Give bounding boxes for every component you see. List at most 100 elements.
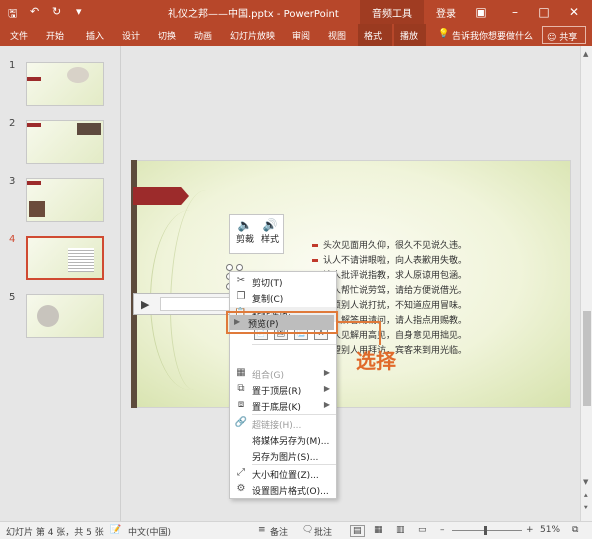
menu-item-save-media[interactable]: 将媒体另存为(M)...	[230, 432, 336, 448]
audio-progress-track[interactable]	[160, 297, 240, 311]
redo-icon[interactable]: ↻	[52, 5, 61, 18]
thumb-image	[29, 201, 45, 217]
menu-item-size-position[interactable]: ⤢ 大小和位置(Z)...	[230, 466, 336, 482]
signin-link[interactable]: 登录	[436, 5, 456, 20]
zoom-slider[interactable]	[452, 530, 522, 531]
group-icon: ▦	[236, 367, 246, 378]
ribbon-display-icon[interactable]: ▣	[471, 5, 491, 19]
tab-review[interactable]: 审阅	[292, 29, 310, 42]
slide-title-arrow	[133, 187, 189, 205]
tab-view[interactable]: 视图	[328, 29, 346, 42]
size-position-icon: ⤢	[237, 467, 245, 478]
trim-button[interactable]: 🔈 剪裁	[233, 218, 257, 245]
language-indicator[interactable]: 中文(中国)	[128, 525, 171, 538]
save-icon[interactable]: 🖫	[8, 5, 17, 24]
copy-icon: ❐	[236, 291, 246, 302]
undo-icon[interactable]: ↶	[30, 5, 39, 18]
speaker-icon: 🔈	[237, 218, 253, 232]
slideshow-icon[interactable]: ▭	[418, 525, 427, 535]
preview-highlight-box	[226, 311, 338, 334]
mini-toolbar: 🔈 剪裁 🔊 样式	[229, 214, 284, 254]
menu-item-send-back[interactable]: ⧈ 置于底层(K) ▶	[230, 398, 336, 414]
submenu-arrow-icon: ▶	[323, 384, 330, 393]
menu-item-copy[interactable]: ❐ 复制(C)	[230, 290, 336, 306]
person-icon: ☺	[547, 33, 557, 43]
slide-sorter-icon[interactable]: ▦	[374, 525, 383, 535]
callout-line	[379, 321, 381, 345]
style-button[interactable]: 🔊 样式	[258, 218, 282, 245]
scroll-down-icon[interactable]: ▼	[583, 478, 588, 486]
maximize-icon[interactable]: □	[534, 5, 554, 19]
tab-slideshow[interactable]: 幻灯片放映	[230, 29, 275, 42]
trim-label: 剪裁	[235, 235, 254, 245]
resize-handle[interactable]	[226, 264, 233, 271]
zoom-slider-thumb[interactable]	[484, 526, 487, 535]
notes-button[interactable]: 备注	[270, 525, 288, 538]
zoom-out-icon[interactable]: –	[440, 525, 445, 535]
scroll-up-icon[interactable]: ▲	[583, 50, 588, 58]
callout-line	[338, 321, 380, 323]
thumb-image	[67, 67, 89, 83]
tab-insert[interactable]: 插入	[86, 29, 104, 42]
menu-item-format-picture[interactable]: ⚙ 设置图片格式(O)...	[230, 482, 336, 498]
tell-me-box[interactable]: 告诉我你想要做什么	[452, 29, 533, 42]
tab-transitions[interactable]: 切换	[158, 29, 176, 42]
tab-file[interactable]: 文件	[10, 29, 28, 42]
slide-thumbnail-4[interactable]	[26, 236, 104, 280]
menu-item-hyperlink: 🔗 超链接(H)...	[234, 417, 302, 431]
tab-home[interactable]: 开始	[46, 29, 64, 42]
menu-divider	[252, 464, 336, 465]
menu-item-save-picture[interactable]: 另存为图片(S)...	[230, 448, 336, 464]
notes-icon: ≡	[258, 525, 266, 535]
close-icon[interactable]: ✕	[564, 5, 584, 19]
play-icon[interactable]: ▶	[141, 298, 149, 311]
slide-bullet: 头次见面用久仰，很久不见说久违。	[312, 238, 467, 251]
slide-bullet: 认人不请讲眼啦，向人表歉用失敬。	[312, 253, 467, 266]
thumb-text	[68, 248, 94, 272]
slide-thumbnail-5[interactable]	[26, 294, 104, 338]
tab-animations[interactable]: 动画	[194, 29, 212, 42]
menu-item-cut[interactable]: ✂ 剪切(T)	[230, 274, 336, 290]
thumb-number: 4	[9, 234, 16, 245]
thumb-title-bar	[27, 123, 41, 127]
slide-thumbnail-3[interactable]	[26, 178, 104, 222]
comments-icon: 🗨	[302, 525, 314, 535]
reading-view-icon[interactable]: ▥	[396, 525, 405, 535]
callout-text: 选择	[356, 349, 396, 373]
menu-divider	[252, 344, 336, 345]
submenu-arrow-icon: ▶	[323, 368, 330, 377]
link-icon: 🔗	[234, 417, 248, 428]
spellcheck-icon[interactable]: 📝	[110, 525, 121, 535]
thumb-number: 3	[9, 176, 16, 187]
zoom-in-icon[interactable]: +	[526, 525, 534, 535]
title-bar: 🖫 ↶ ↻ ▾ 礼仪之邦——中国.pptx - PowerPoint 音频工具 …	[0, 0, 592, 24]
submenu-arrow-icon: ▶	[323, 400, 330, 409]
style-label: 样式	[260, 235, 279, 245]
status-bar: 幻灯片 第 4 张，共 5 张 📝 中文(中国) ≡ 备注 🗨 批注 ▤ ▦ ▥…	[0, 521, 592, 539]
vertical-scrollbar[interactable]: ▲ ▼ ⯅ ⯆	[580, 46, 592, 521]
context-menu: ✂ 剪切(T) ❐ 复制(C) 📋 粘贴选项: 📄 🖼 📃 A ▦ 组合(G) …	[229, 271, 337, 499]
share-button[interactable]: ☺ 共享	[542, 26, 586, 44]
zoom-level[interactable]: 51%	[540, 525, 560, 535]
fit-slide-icon[interactable]: ⧉	[572, 525, 578, 535]
customize-qat-icon[interactable]: ▾	[76, 5, 82, 18]
comments-button[interactable]: 批注	[314, 525, 332, 538]
slide-thumbnail-1[interactable]	[26, 62, 104, 106]
slide-thumbnail-2[interactable]	[26, 120, 104, 164]
minimize-icon[interactable]: –	[505, 5, 525, 19]
tab-playback[interactable]: 播放	[400, 29, 418, 42]
scissors-icon: ✂	[236, 275, 246, 286]
prev-slide-icon[interactable]: ⯅	[583, 492, 589, 501]
normal-view-icon[interactable]: ▤	[350, 525, 365, 537]
tab-format[interactable]: 格式	[364, 29, 382, 42]
menu-item-bring-front[interactable]: ⧉ 置于顶层(R) ▶	[230, 382, 336, 398]
slide-thumbnail-panel: 1 2 3 4 5	[0, 46, 121, 521]
slide-count: 幻灯片 第 4 张，共 5 张	[6, 528, 104, 538]
menu-item-group: ▦ 组合(G) ▶	[230, 366, 336, 382]
send-back-icon: ⧈	[237, 399, 245, 410]
resize-handle[interactable]	[236, 264, 243, 271]
scrollbar-thumb[interactable]	[583, 311, 591, 406]
next-slide-icon[interactable]: ⯆	[583, 504, 589, 513]
tab-design[interactable]: 设计	[122, 29, 140, 42]
audio-tools-label: 音频工具	[372, 9, 412, 20]
